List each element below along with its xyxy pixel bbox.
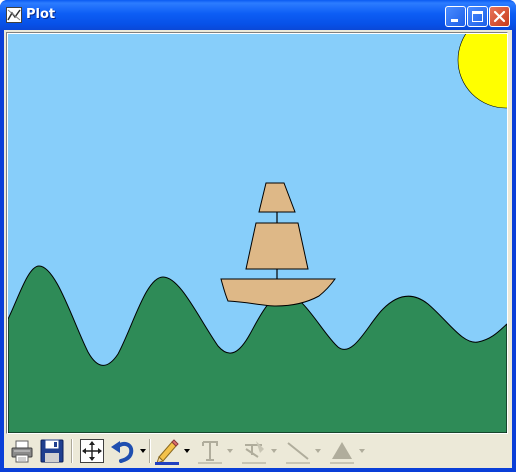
save-icon[interactable] — [38, 437, 66, 465]
close-icon — [493, 10, 506, 23]
maximize-button[interactable] — [467, 6, 488, 27]
toolbar-separator — [71, 439, 73, 463]
plot-canvas-frame — [6, 32, 508, 434]
line-style-icon[interactable] — [240, 437, 268, 465]
plot-app-icon[interactable] — [6, 7, 22, 23]
minimize-button[interactable] — [445, 6, 466, 27]
text-dropdown-icon[interactable] — [227, 449, 233, 453]
line-icon[interactable] — [284, 437, 312, 465]
pencil-icon[interactable] — [153, 437, 181, 465]
maximize-icon — [472, 11, 483, 22]
toolbar-separator — [149, 439, 151, 463]
line-style-dropdown-icon[interactable] — [271, 449, 277, 453]
fill-dropdown-icon[interactable] — [359, 449, 365, 453]
close-button[interactable] — [489, 6, 510, 27]
pan-zoom-icon[interactable] — [78, 437, 106, 465]
print-icon[interactable] — [8, 437, 36, 465]
undo-icon[interactable] — [109, 437, 137, 465]
undo-dropdown-icon[interactable] — [140, 449, 146, 453]
fill-icon[interactable] — [328, 437, 356, 465]
ship-main-sail — [245, 222, 309, 270]
window-title: Plot — [26, 7, 56, 22]
plot-toolbar — [4, 434, 512, 468]
minimize-icon — [451, 19, 458, 22]
line-dropdown-icon[interactable] — [315, 449, 321, 453]
pencil-dropdown-icon[interactable] — [184, 449, 190, 453]
title-bar[interactable]: Plot — [0, 0, 516, 30]
plot-canvas[interactable] — [8, 34, 507, 433]
text-icon[interactable] — [196, 437, 224, 465]
window-client-area — [4, 30, 512, 468]
plot-window: Plot — [0, 0, 516, 472]
window-bottom-border — [0, 468, 516, 472]
